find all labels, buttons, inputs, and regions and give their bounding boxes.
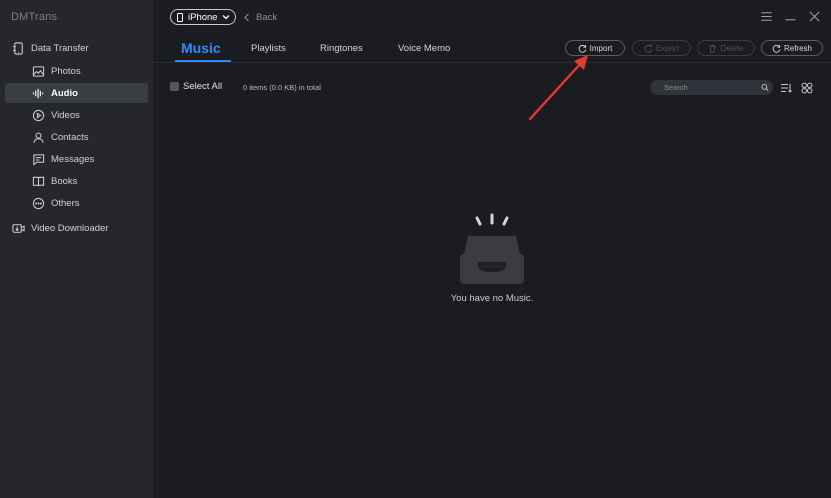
window-controls (759, 9, 821, 23)
tab-voice-memo[interactable]: Voice Memo (398, 36, 450, 60)
app-window: DMTrans Data Transfer Photos Audio Video… (0, 0, 831, 498)
delete-label: Delete (720, 43, 744, 53)
delete-button[interactable]: Delete (697, 40, 755, 56)
select-all-label: Select All (183, 81, 223, 92)
sidebar-item-books[interactable]: Books (5, 171, 148, 191)
sidebar-item-label: Data Transfer (31, 42, 89, 54)
sidebar-item-label: Audio (51, 87, 78, 99)
import-label: Import (589, 43, 613, 53)
sidebar-item-label: Others (51, 197, 80, 209)
sidebar-item-label: Video Downloader (31, 222, 109, 234)
back-label: Back (256, 11, 278, 23)
sidebar-item-label: Photos (51, 65, 81, 77)
annotation-arrow (528, 55, 588, 121)
hamburger-menu-icon (760, 11, 772, 21)
chevron-down-icon (222, 15, 230, 20)
tab-divider (153, 62, 831, 63)
device-name: iPhone (188, 11, 218, 23)
messages-icon (31, 152, 45, 166)
video-downloader-icon (11, 221, 25, 235)
sort-button[interactable] (780, 81, 792, 93)
audio-icon (31, 86, 45, 100)
empty-inbox-icon (460, 213, 524, 284)
data-transfer-icon (11, 41, 25, 55)
sidebar-item-label: Contacts (51, 131, 89, 143)
refresh-label: Refresh (783, 43, 812, 53)
sidebar-item-videos[interactable]: Videos (5, 105, 148, 125)
chevron-left-icon (244, 13, 249, 21)
export-button[interactable]: Export (632, 40, 691, 56)
sidebar-item-messages[interactable]: Messages (5, 149, 148, 169)
items-count: 0 items (0.0 KB) in total (243, 83, 321, 92)
photos-icon (31, 64, 45, 78)
sidebar-item-label: Videos (51, 109, 80, 121)
others-icon (31, 196, 45, 210)
refresh-button[interactable]: Refresh (761, 40, 823, 56)
minimize-icon (784, 18, 796, 20)
select-all-checkbox[interactable]: Select All (170, 81, 222, 92)
refresh-icon (772, 44, 781, 53)
checkbox-box (170, 82, 179, 91)
contacts-icon (31, 130, 45, 144)
import-button[interactable]: Import (565, 40, 625, 56)
trash-icon (709, 44, 717, 53)
grid-view-icon (801, 82, 813, 94)
minimize-button[interactable] (783, 9, 797, 23)
tab-playlists[interactable]: Playlists (251, 36, 286, 60)
search-icon[interactable] (761, 83, 769, 92)
tab-music[interactable]: Music (181, 36, 221, 60)
sidebar: DMTrans Data Transfer Photos Audio Video… (0, 0, 153, 498)
grid-view-button[interactable] (801, 81, 813, 94)
device-select[interactable]: iPhone (170, 9, 236, 25)
search-box[interactable] (650, 80, 773, 95)
search-input[interactable] (664, 83, 761, 92)
back-button[interactable]: Back (243, 11, 277, 23)
app-title: DMTrans (11, 11, 58, 23)
sidebar-item-video-downloader[interactable]: Video Downloader (5, 218, 148, 238)
sidebar-item-data-transfer[interactable]: Data Transfer (5, 38, 148, 58)
menu-button[interactable] (759, 9, 773, 23)
export-icon (644, 43, 653, 53)
sidebar-item-label: Messages (51, 153, 95, 165)
sidebar-item-photos[interactable]: Photos (5, 61, 148, 81)
books-icon (31, 174, 45, 188)
import-icon (578, 44, 587, 53)
sidebar-item-contacts[interactable]: Contacts (5, 127, 148, 147)
close-button[interactable] (807, 9, 821, 23)
tab-ringtones[interactable]: Ringtones (320, 36, 363, 60)
export-label: Export (655, 43, 680, 53)
close-icon (808, 10, 820, 22)
sort-list-icon (781, 84, 792, 93)
empty-state-message: You have no Music. (450, 293, 534, 304)
sidebar-item-others[interactable]: Others (5, 193, 148, 213)
sidebar-item-audio[interactable]: Audio (5, 83, 148, 103)
phone-icon (177, 12, 183, 22)
videos-icon (31, 108, 45, 122)
sidebar-item-label: Books (51, 175, 78, 187)
